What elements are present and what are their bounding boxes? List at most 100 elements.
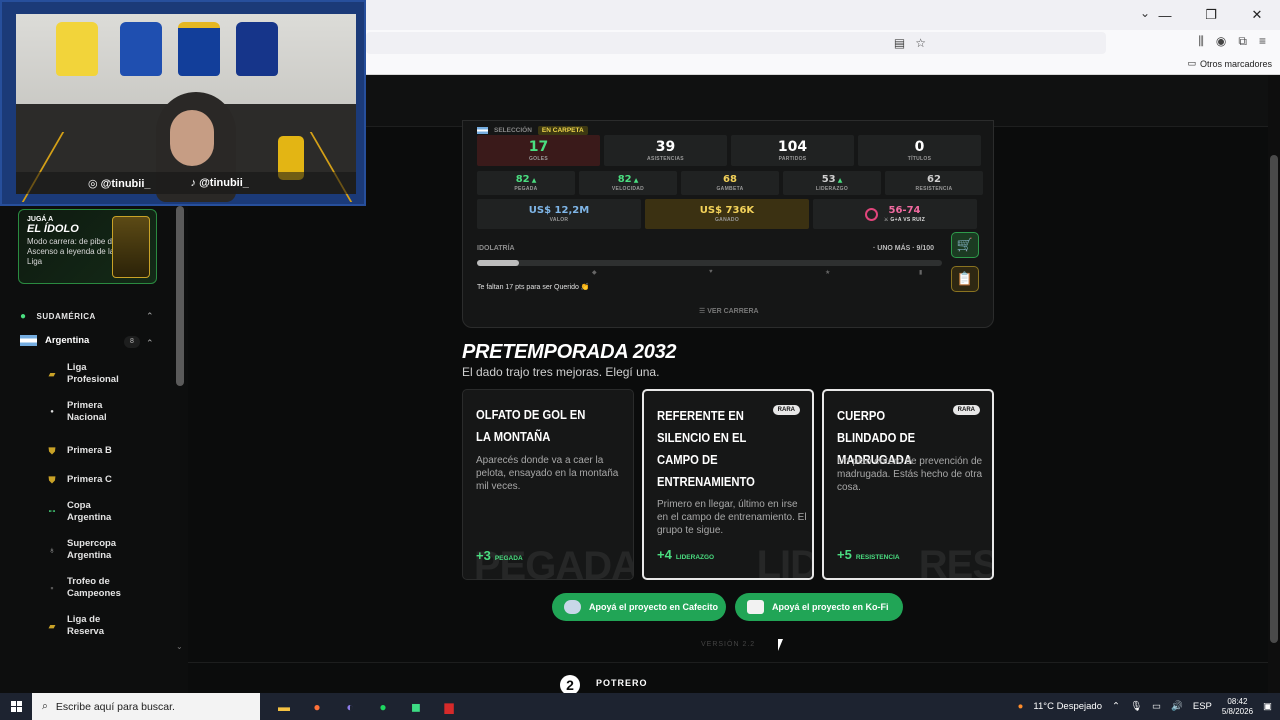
weather-icon[interactable]: ●	[1018, 701, 1024, 712]
tray-chevron-icon[interactable]: ⌃	[1112, 701, 1120, 712]
country-count-badge: 8	[124, 336, 140, 348]
folder-icon: ▭	[1187, 58, 1196, 68]
region-pin-icon: ●	[20, 311, 27, 322]
club-crest-icon	[864, 207, 878, 221]
clipboard-button[interactable]: 📋	[951, 266, 979, 292]
sidebar-item-primera-nacional[interactable]: ● Primera Nacional	[46, 400, 137, 424]
dot-icon: ●	[50, 409, 54, 415]
sidebar-item-liga-reserva[interactable]: ▰ Liga de Reserva	[46, 614, 137, 638]
streamer-face-image	[170, 110, 214, 166]
sidebar-item-primera-c[interactable]: ⛊ Primera C	[46, 473, 137, 486]
milestone-icon: ★	[825, 270, 831, 276]
restore-icon[interactable]: ❐	[1188, 0, 1234, 30]
sidebar-item-copa-argentina[interactable]: •·• Copa Argentina	[46, 500, 137, 524]
clock[interactable]: 08:42 5/8/2026	[1222, 697, 1253, 717]
cup-icon: ♁	[48, 545, 56, 555]
card-description: Aparecés donde va a caer la pelota, ensa…	[476, 455, 619, 492]
money-stats: US$ 12,2M VALOR US$ 736K GANADO 56-74 ⚔ …	[477, 199, 977, 229]
card-watermark: LID	[756, 543, 814, 580]
cafecito-icon	[564, 600, 581, 614]
status-badge: EN CARPETA	[537, 126, 588, 135]
attr-liderazgo: 53 ▲ LIDERAZGO	[783, 171, 881, 195]
volume-icon[interactable]: 🔊	[1171, 701, 1183, 712]
minimize-icon[interactable]: —	[1142, 0, 1188, 30]
library-icon[interactable]: ⫼	[1198, 34, 1204, 49]
card-description: Primero en llegar, último en irse en el …	[657, 499, 807, 536]
card-title: Referente en silencio en el campo de ent…	[657, 409, 755, 489]
rarity-badge: RARA	[952, 405, 980, 415]
scroll-down-icon[interactable]: ⌄	[176, 642, 183, 651]
chevron-up-icon[interactable]: ⌃	[146, 311, 154, 322]
network-icon[interactable]: ▭	[1152, 701, 1161, 712]
language-indicator[interactable]: ESP	[1193, 701, 1212, 712]
menu-icon[interactable]: ≡	[1259, 34, 1266, 49]
sidebar-country[interactable]: Argentina	[20, 335, 89, 346]
idolatry-label: IDOLATRÍA	[477, 245, 515, 252]
idolatry-progress-fill	[477, 260, 519, 266]
page-scrollbar[interactable]	[1268, 75, 1280, 693]
promo-description: Modo carrera: de pibe del Ascenso a leye…	[27, 237, 119, 266]
attr-gambeta: 68 GAMBETA	[681, 171, 779, 195]
reader-icon[interactable]: ▤	[894, 36, 905, 50]
main-stats: 17 GOLES 39 ASISTENCIAS 104 PARTIDOS 0 T…	[477, 135, 981, 166]
sidebar-region[interactable]: ● SUDAMÉRICA	[20, 311, 96, 322]
cart-icon: 🛒	[956, 237, 974, 252]
notifications-icon[interactable]: ▣	[1263, 701, 1272, 712]
sidebar-item-primera-b[interactable]: ⛊ Primera B	[46, 444, 137, 457]
clipboard-icon: 📋	[956, 271, 974, 286]
upgrade-card-3[interactable]: RES RARA Cuerpo blindado de madrugada Un…	[822, 389, 994, 580]
sidebar-item-supercopa[interactable]: ♁ Supercopa Argentina	[46, 538, 137, 562]
kofi-cup-icon	[747, 600, 764, 614]
attribute-stats: 82 ▲ PEGADA 82 ▲ VELOCIDAD 68 GAMBETA 53…	[477, 171, 983, 195]
extensions-icon[interactable]: ⧉	[1238, 34, 1247, 49]
region-label: SUDAMÉRICA	[36, 312, 96, 321]
account-icon[interactable]: ◉	[1216, 34, 1226, 49]
instagram-handle: ◎ @tinubii_	[88, 177, 151, 190]
idolatry-progress-bar	[477, 260, 942, 266]
career-card: SELECCIÓN EN CARPETA 17 GOLES 39 ASISTEN…	[462, 120, 994, 328]
bookmark-star-icon[interactable]: ☆	[915, 36, 926, 50]
app-icon[interactable]: ◼	[404, 695, 428, 719]
chevron-up-icon[interactable]: ⌃	[146, 338, 154, 349]
spotify-icon[interactable]: ●	[371, 695, 395, 719]
firefox-icon[interactable]: ●	[305, 695, 329, 719]
promo-banner[interactable]: JUGÁ A EL ÍDOLO Modo carrera: de pibe de…	[18, 209, 157, 284]
page-scrollbar-thumb[interactable]	[1270, 155, 1278, 643]
stat-value: US$ 12,2M VALOR	[477, 199, 641, 229]
other-bookmarks[interactable]: ▭ Otros marcadores	[1187, 58, 1272, 69]
address-bar[interactable]: ▤ ☆	[366, 32, 1106, 54]
kofi-label: Apoyá el proyecto en Ko-Fi	[772, 602, 889, 612]
weather-text[interactable]: 11°C Despejado	[1033, 701, 1102, 712]
cafecito-button[interactable]: Apoyá el proyecto en Cafecito	[552, 593, 726, 621]
jersey-image	[236, 22, 278, 76]
see-career-link[interactable]: ☰ VER CARRERA	[699, 307, 759, 315]
tiktok-handle: ♪ @tinubii_	[190, 177, 249, 189]
footer: 2 POTRERO	[0, 662, 1268, 695]
sidebar-item-trofeo-campeones[interactable]: ▪ Trofeo de Campeones	[46, 576, 137, 600]
start-button[interactable]	[0, 693, 32, 720]
other-bookmarks-label: Otros marcadores	[1199, 58, 1272, 69]
search-placeholder: Escribe aquí para buscar.	[55, 700, 175, 713]
upgrade-card-1[interactable]: PEGADA Olfato de gol en la montaña Apare…	[462, 389, 634, 580]
file-explorer-icon[interactable]: ▬	[272, 695, 296, 719]
card-watermark: RES	[918, 543, 994, 580]
app-icon[interactable]: ▆	[437, 695, 461, 719]
upgrade-card-2[interactable]: LID RARA Referente en silencio en el cam…	[642, 389, 814, 580]
close-icon[interactable]: ✕	[1234, 0, 1280, 30]
taskbar-apps: ▬ ● ◐ ● ◼ ▆	[272, 695, 461, 719]
discord-icon[interactable]: ◐	[338, 695, 362, 719]
mic-icon[interactable]: 🎙	[1130, 701, 1142, 712]
milestone-icon: ▮	[919, 270, 923, 276]
kofi-button[interactable]: Apoyá el proyecto en Ko-Fi	[735, 593, 903, 621]
taskbar-search[interactable]: ⌕ Escribe aquí para buscar.	[32, 693, 260, 720]
sidebar-item-liga-profesional[interactable]: ▰ Liga Profesional	[46, 362, 137, 386]
social-handles: ◎ @tinubii_ ♪ @tinubii_	[16, 172, 356, 194]
card-bonus: +5 RESISTENCIA	[837, 547, 900, 562]
idolatry-progress-text: · UNO MÁS · 9/100	[873, 245, 935, 252]
shield-icon: ⛊	[48, 445, 56, 456]
idolatry-hint: Te faltan 17 pts para ser Querido 👏	[477, 284, 590, 291]
rarity-badge: RARA	[772, 405, 800, 415]
sidebar-scrollbar[interactable]	[176, 206, 184, 386]
shop-button[interactable]: 🛒	[951, 232, 979, 258]
jersey-image	[120, 22, 162, 76]
